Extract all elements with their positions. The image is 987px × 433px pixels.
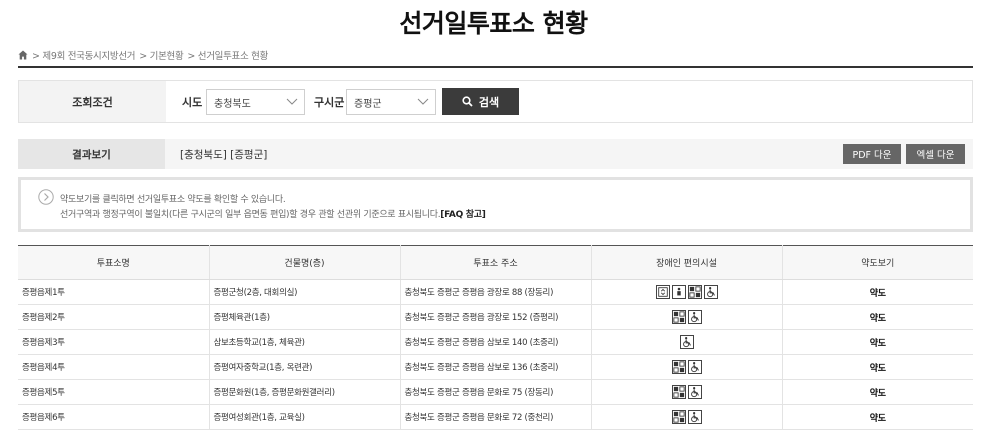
- result-text: [충청북도] [증평군]: [180, 148, 268, 161]
- wheelchair-icon: [687, 360, 702, 374]
- building-cell: 증평여자중학교(1층, 옥련관): [209, 354, 401, 380]
- sigungu-select[interactable]: 증평군: [346, 89, 436, 115]
- polling-station-table: 투표소명 건물명(층) 투표소 주소 장애인 편의시설 약도보기 증평읍제1투 증…: [18, 245, 973, 430]
- station-name-cell: 증평읍제5투: [18, 379, 210, 405]
- address-cell: 충청북도 증평군 증평읍 삼보로 140 (초중리): [400, 329, 592, 355]
- breadcrumb-item-current: > 선거일투표소 현황: [187, 51, 269, 62]
- header-building: 건물명(층): [209, 245, 401, 280]
- sido-label: 시도: [182, 95, 203, 109]
- page-title: 선거일투표소 현황: [399, 9, 588, 38]
- wheelchair-icon: [703, 285, 718, 299]
- building-cell: 증평군청(2층, 대회의실): [209, 279, 401, 305]
- chevron-right-circle-icon: [38, 189, 54, 205]
- stairs-lift-icon: [671, 285, 686, 299]
- address-cell: 충청북도 증평군 증평읍 문화로 72 (중천리): [400, 404, 592, 430]
- excel-download-button[interactable]: 엑셀 다운: [906, 144, 965, 164]
- chevron-down-icon: [417, 98, 429, 105]
- facilities-cell: [591, 329, 783, 355]
- facilities-cell: [591, 279, 783, 305]
- wheelchair-icon: [687, 310, 702, 324]
- sigungu-select-value: 증평군: [354, 98, 382, 110]
- building-cell: 삼보초등학교(1층, 체육관): [209, 329, 401, 355]
- map-link[interactable]: 약도: [782, 304, 973, 330]
- address-cell: 충청북도 증평군 증평읍 광장로 88 (장동리): [400, 279, 592, 305]
- facilities-cell: [591, 404, 783, 430]
- ramp-icon: [671, 360, 686, 374]
- map-link[interactable]: 약도: [782, 379, 973, 405]
- table-row: 증평읍제2투 증평체육관(1층) 충청북도 증평군 증평읍 광장로 152 (증평리…: [18, 304, 973, 330]
- home-icon[interactable]: [18, 50, 28, 60]
- map-link[interactable]: 약도: [782, 329, 973, 355]
- table-row: 증평읍제1투 증평군청(2층, 대회의실) 충청북도 증평군 증평읍 광장로 88 …: [18, 279, 973, 305]
- station-name-cell: 증평읍제1투: [18, 279, 210, 305]
- header-map: 약도보기: [782, 245, 973, 280]
- breadcrumb-item-basic-status[interactable]: > 기본현황: [139, 48, 183, 62]
- ramp-icon: [671, 410, 686, 424]
- pdf-download-button[interactable]: PDF 다운: [843, 144, 901, 164]
- notice-line-map: 약도보기를 클릭하면 선거일투표소 약도를 확인할 수 있습니다.: [60, 195, 286, 205]
- header-facilities: 장애인 편의시설: [591, 245, 783, 280]
- station-name-cell: 증평읍제6투: [18, 404, 210, 430]
- facilities-cell: [591, 379, 783, 405]
- search-button[interactable]: 검색: [442, 88, 519, 115]
- wheelchair-icon: [687, 385, 702, 399]
- header-station-name: 투표소명: [18, 245, 210, 280]
- facilities-cell: [591, 354, 783, 380]
- facilities-cell: [591, 304, 783, 330]
- title-divider: [18, 66, 973, 68]
- table-row: 증평읍제6투 증평여성회관(1층, 교육실) 충청북도 증평군 증평읍 문화로 72…: [18, 404, 973, 430]
- breadcrumb-item-election[interactable]: > 제9회 전국동시지방선거: [32, 48, 136, 62]
- result-bar: 결과보기 [충청북도] [증평군] PDF 다운 엑셀 다운: [18, 139, 973, 169]
- table-row: 증평읍제5투 증평문화원(1층, 증평문화원갤러리) 충청북도 증평군 증평읍 문화…: [18, 379, 973, 405]
- sigungu-label: 구시군: [314, 95, 345, 109]
- search-icon: [462, 96, 473, 107]
- elevator-icon: [655, 285, 670, 299]
- sido-select-value: 충청북도: [214, 98, 251, 110]
- map-link[interactable]: 약도: [782, 279, 973, 305]
- table-row: 증평읍제4투 증평여자중학교(1층, 옥련관) 충청북도 증평군 증평읍 삼보로 1…: [18, 354, 973, 380]
- search-panel-label: 조회조건: [19, 81, 166, 122]
- map-link[interactable]: 약도: [782, 404, 973, 430]
- building-cell: 증평문화원(1층, 증평문화원갤러리): [209, 379, 401, 405]
- table-header-row: 투표소명 건물명(층) 투표소 주소 장애인 편의시설 약도보기: [18, 245, 973, 280]
- header-address: 투표소 주소: [400, 245, 592, 280]
- chevron-down-icon: [286, 98, 298, 105]
- notice-box: 약도보기를 클릭하면 선거일투표소 약도를 확인할 수 있습니다. 선거구역과 …: [18, 177, 973, 232]
- wheelchair-icon: [687, 410, 702, 424]
- breadcrumb: > 제9회 전국동시지방선거 > 기본현황 > 선거일투표소 현황: [18, 48, 268, 62]
- station-name-cell: 증평읍제2투: [18, 304, 210, 330]
- station-name-cell: 증평읍제3투: [18, 329, 210, 355]
- map-link[interactable]: 약도: [782, 354, 973, 380]
- address-cell: 충청북도 증평군 증평읍 삼보로 136 (초중리): [400, 354, 592, 380]
- notice-line-district-text: 선거구역과 행정구역이 불일치(다른 구시군의 일부 읍면동 편입)할 경우 관…: [60, 210, 441, 220]
- building-cell: 증평여성회관(1층, 교육실): [209, 404, 401, 430]
- address-cell: 충청북도 증평군 증평읍 문화로 75 (장동리): [400, 379, 592, 405]
- result-label: 결과보기: [18, 139, 165, 169]
- building-cell: 증평체육관(1층): [209, 304, 401, 330]
- ramp-icon: [671, 310, 686, 324]
- table-row: 증평읍제3투 삼보초등학교(1층, 체육관) 충청북도 증평군 증평읍 삼보로 14…: [18, 329, 973, 355]
- search-panel: 조회조건 시도 충청북도 구시군 증평군 검색: [18, 80, 973, 123]
- address-cell: 충청북도 증평군 증평읍 광장로 152 (증평리): [400, 304, 592, 330]
- search-button-label: 검색: [478, 95, 500, 109]
- ramp-icon: [687, 285, 702, 299]
- sido-select[interactable]: 충청북도: [206, 89, 305, 115]
- ramp-icon: [671, 385, 686, 399]
- wheelchair-icon: [679, 335, 694, 349]
- notice-line-district: 선거구역과 행정구역이 불일치(다른 구시군의 일부 읍면동 편입)할 경우 관…: [60, 207, 486, 220]
- faq-link[interactable]: [FAQ 참고]: [440, 210, 486, 220]
- station-name-cell: 증평읍제4투: [18, 354, 210, 380]
